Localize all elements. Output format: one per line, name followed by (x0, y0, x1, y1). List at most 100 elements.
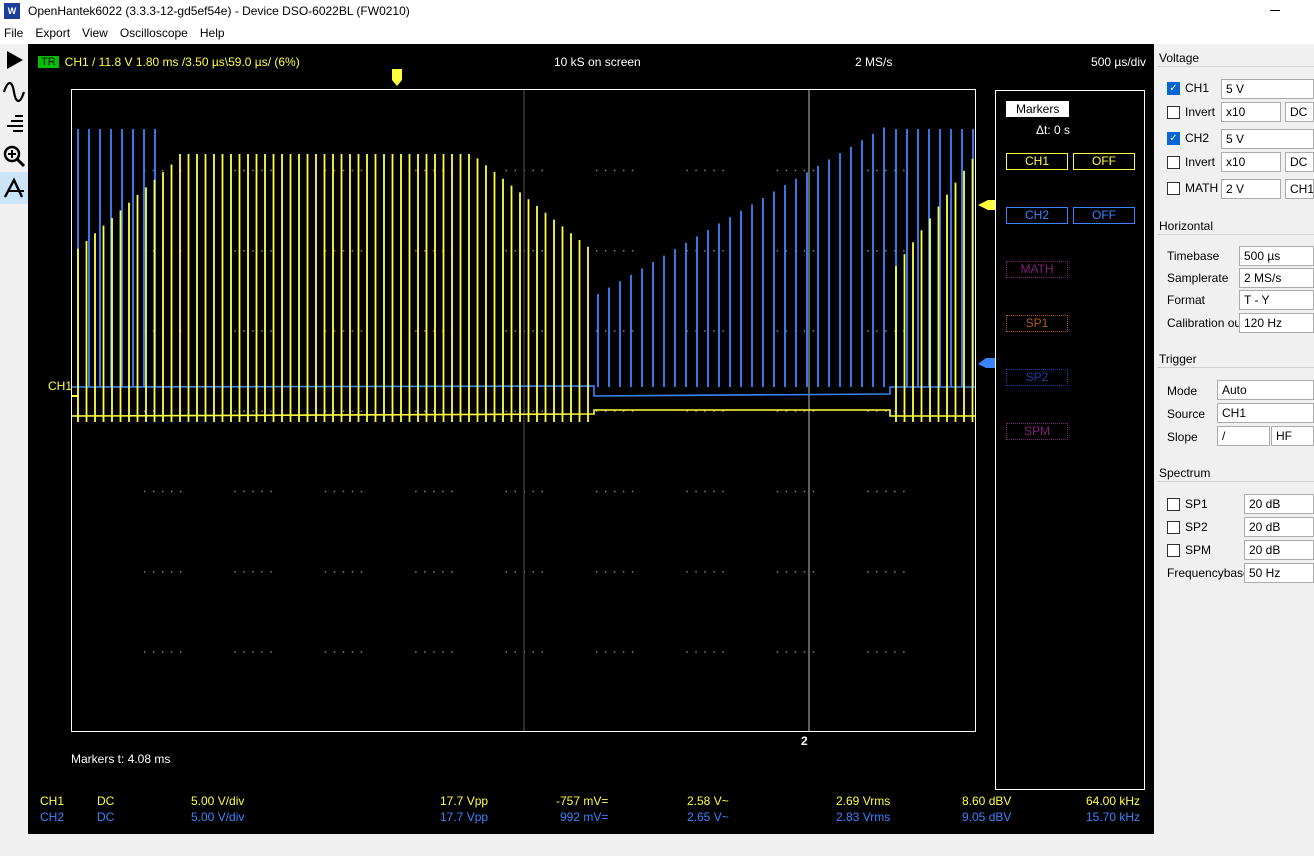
meas-ch2-scale: 5.00 V/div (191, 810, 245, 824)
menu-help[interactable]: Help (200, 26, 225, 40)
spm-label: SPM (1185, 543, 1212, 557)
menu-bar: File Export View Oscilloscope Help (0, 22, 1314, 44)
frequencybase-label: Frequencybase (1167, 566, 1250, 580)
format-label: Format (1167, 293, 1206, 307)
markers-title: Markers (1006, 101, 1070, 117)
toolbar (0, 44, 28, 834)
title-bar: W OpenHantek6022 (3.3.3-12-gd5ef54e) - D… (0, 0, 1314, 22)
ch1-enable-checkbox[interactable]: ✓ CH1 (1167, 81, 1209, 95)
ch2-coupling-select[interactable]: DC (1285, 152, 1314, 172)
zoom-icon[interactable] (0, 140, 28, 172)
ch2-invert-checkbox[interactable]: Invert (1167, 155, 1215, 169)
markers-delta-t: Δt: 0 s (1036, 123, 1071, 137)
marker-ch1-button[interactable]: CH1 (1006, 153, 1068, 170)
minimize-button[interactable] (1268, 4, 1284, 16)
calibration-field[interactable]: 120 Hz (1239, 313, 1314, 333)
marker-ch2-button[interactable]: CH2 (1006, 207, 1068, 224)
cursor-measure-icon[interactable] (0, 172, 28, 204)
trigger-mode-select[interactable]: Auto (1217, 380, 1314, 400)
app-icon: W (4, 3, 20, 19)
samplerate-field[interactable]: 2 MS/s (1239, 268, 1314, 288)
sp1-checkbox[interactable]: SP1 (1167, 497, 1208, 511)
format-select[interactable]: T - Y (1239, 290, 1314, 310)
frequencybase-field[interactable]: 50 Hz (1244, 563, 1314, 583)
menu-oscilloscope[interactable]: Oscilloscope (120, 26, 188, 40)
meas-ch1-freq: 64.00 kHz (1085, 794, 1140, 808)
trigger-mode-label: Mode (1167, 384, 1198, 398)
math-label: MATH (1185, 181, 1219, 195)
meas-ch2-dc: 992 mV= (560, 810, 609, 824)
trigger-slope-select[interactable]: / (1217, 426, 1270, 446)
menu-file[interactable]: File (4, 26, 23, 40)
marker-sp2-button[interactable]: SP2 (1006, 369, 1068, 386)
marker-sp1-button[interactable]: SP1 (1006, 315, 1068, 332)
meas-ch2-freq: 15.70 kHz (1085, 810, 1140, 824)
sp2-label: SP2 (1185, 520, 1208, 534)
math-scale-select[interactable]: 2 V (1221, 179, 1281, 199)
ch2-label: CH2 (1185, 131, 1210, 145)
ch1-invert-label: Invert (1185, 105, 1216, 119)
meas-ch2-dbv: 9.05 dBV (962, 810, 1012, 824)
meas-ch1-vpp: 17.7 Vpp (440, 794, 489, 808)
trigger-source-label: Source (1167, 407, 1206, 421)
ch2-invert-label: Invert (1185, 155, 1216, 169)
window-title: OpenHantek6022 (3.3.3-12-gd5ef54e) - Dev… (28, 4, 410, 18)
spm-checkbox[interactable]: SPM (1167, 543, 1211, 557)
ch1-coupling-select[interactable]: DC (1285, 102, 1314, 122)
math-mode-select[interactable]: CH1 (1285, 179, 1314, 199)
spm-magnitude[interactable]: 20 dB (1244, 540, 1314, 560)
ch2-probe-spinbox[interactable]: x10 (1221, 152, 1281, 172)
trigger-level-marker (978, 200, 996, 210)
play-icon[interactable] (0, 44, 28, 76)
math-enable-checkbox[interactable]: MATH (1167, 181, 1218, 195)
marker-spm-button[interactable]: SPM (1006, 423, 1068, 440)
ch1-probe-spinbox[interactable]: x10 (1221, 102, 1281, 122)
voltage-heading: Voltage (1159, 51, 1200, 65)
graph-frame (71, 89, 976, 732)
histogram-icon[interactable] (0, 108, 28, 140)
trigger-source-select[interactable]: CH1 (1217, 403, 1314, 423)
trigger-slope-label: Slope (1167, 430, 1198, 444)
markers-readout: Markers t: 4.08 ms (71, 752, 171, 766)
spectrum-heading: Spectrum (1159, 466, 1211, 480)
ch2-enable-checkbox[interactable]: ✓ CH2 (1167, 131, 1209, 145)
sp2-checkbox[interactable]: SP2 (1167, 520, 1208, 534)
meas-ch1-ac: 2.58 V~ (687, 794, 729, 808)
horizontal-heading: Horizontal (1159, 219, 1214, 233)
markers-panel: Markers Δt: 0 s CH1 OFF CH2 OFF MATH SP1… (995, 90, 1145, 790)
trigger-position-marker (392, 69, 402, 86)
marker-ch2-off-button[interactable]: OFF (1073, 207, 1135, 224)
meas-ch2-vpp: 17.7 Vpp (440, 810, 489, 824)
meas-ch1-dc: -757 mV= (556, 794, 609, 808)
meas-ch2-rms: 2.83 Vrms (836, 810, 891, 824)
marker-math-button[interactable]: MATH (1006, 261, 1068, 278)
sp1-label: SP1 (1185, 497, 1208, 511)
ch2-scale-select[interactable]: 5 V (1221, 129, 1314, 149)
meas-ch1-dbv: 8.60 dBV (962, 794, 1012, 808)
meas-ch2-channel: CH2 (40, 810, 65, 824)
marker-ch1-off-button[interactable]: OFF (1073, 153, 1135, 170)
ch2-level-marker (978, 358, 996, 368)
scope-display[interactable]: TR CH1 / 11.8 V 1.80 ms /3.50 µs\59.0 µs… (28, 44, 1154, 834)
timebase-label: Timebase (1167, 249, 1220, 263)
meas-ch1-channel: CH1 (40, 794, 65, 808)
trigger-filter-select[interactable]: HF (1271, 426, 1314, 446)
checkmark-icon: ✓ (1167, 131, 1180, 145)
sp2-magnitude[interactable]: 20 dB (1244, 517, 1314, 537)
marker-2-label: 2 (801, 734, 808, 748)
trigger-heading: Trigger (1159, 352, 1197, 366)
ch1-scale-select[interactable]: 5 V (1221, 79, 1314, 99)
status-bar (0, 834, 1154, 856)
meas-ch2-ac: 2.65 V~ (687, 810, 729, 824)
sine-icon[interactable] (0, 76, 28, 108)
settings-dock: Voltage ✓ CH1 5 V Invert x10 DC ✓ CH2 5 V … (1154, 44, 1314, 856)
meas-ch1-coupling: DC (97, 794, 115, 808)
meas-ch1-scale: 5.00 V/div (191, 794, 245, 808)
ch1-invert-checkbox[interactable]: Invert (1167, 105, 1215, 119)
menu-view[interactable]: View (82, 26, 108, 40)
checkmark-icon: ✓ (1167, 81, 1180, 95)
samplerate-label: Samplerate (1167, 271, 1229, 285)
menu-export[interactable]: Export (35, 26, 70, 40)
sp1-magnitude[interactable]: 20 dB (1244, 494, 1314, 514)
timebase-field[interactable]: 500 µs (1239, 246, 1314, 266)
